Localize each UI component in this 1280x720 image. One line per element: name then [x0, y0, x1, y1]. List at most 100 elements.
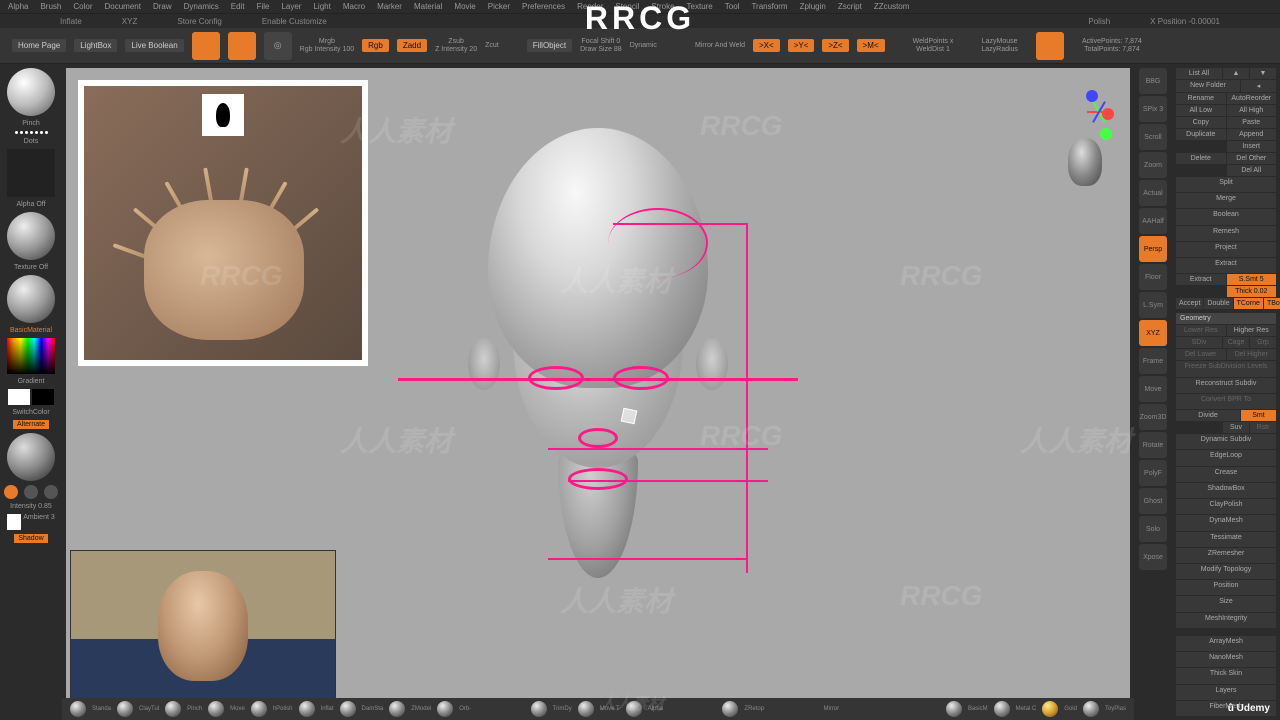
list-down-icon[interactable]: ▼ — [1250, 68, 1276, 79]
rstr-toggle[interactable]: Rstr — [1250, 422, 1276, 433]
nanomesh-button[interactable]: NanoMesh — [1176, 652, 1276, 667]
zoom3d-button[interactable]: Zoom3D — [1139, 404, 1167, 430]
autoreorder-button[interactable]: AutoReorder — [1227, 93, 1277, 104]
shelf-brush-icon[interactable] — [165, 701, 181, 717]
claypolish-button[interactable]: ClayPolish — [1176, 499, 1276, 514]
list-all-button[interactable]: List All — [1176, 68, 1222, 79]
shelf-brush-icon[interactable] — [340, 701, 356, 717]
menu-item[interactable]: Dynamics — [184, 2, 219, 11]
duplicate-button[interactable]: Duplicate — [1176, 129, 1226, 140]
reconstruct-subdiv-button[interactable]: Reconstruct Subdiv — [1176, 378, 1276, 393]
light-bulb-icon[interactable] — [24, 485, 38, 499]
freeze-subdiv-button[interactable]: Freeze SubDivision Levels — [1176, 361, 1276, 376]
solo-button[interactable]: Solo — [1139, 516, 1167, 542]
dynamic-subdiv-button[interactable]: Dynamic Subdiv — [1176, 434, 1276, 449]
list-up-icon[interactable]: ▲ — [1223, 68, 1249, 79]
edgeloop-button[interactable]: EdgeLoop — [1176, 450, 1276, 465]
shelf-brush-icon[interactable] — [70, 701, 86, 717]
bpr-button[interactable]: BBG — [1139, 68, 1167, 94]
lsym-button[interactable]: L.Sym — [1139, 292, 1167, 318]
shelf-brush-icon[interactable] — [299, 701, 315, 717]
menu-item[interactable]: Picker — [488, 2, 510, 11]
actual-button[interactable]: Actual — [1139, 180, 1167, 206]
menu-item[interactable]: Movie — [454, 2, 475, 11]
menu-item[interactable]: Stroke — [651, 2, 674, 11]
del-higher-button[interactable]: Del Higher — [1227, 349, 1277, 360]
folder-collapse-icon[interactable]: ◂ — [1241, 80, 1276, 92]
suv-toggle[interactable]: Suv — [1223, 422, 1249, 433]
focal-shift-slider[interactable]: Focal Shift 0 — [580, 38, 622, 45]
draw-mode-icon[interactable] — [228, 32, 256, 60]
enable-customize-button[interactable]: Enable Customize — [262, 17, 327, 26]
mirror-z-button[interactable]: >Z< — [822, 39, 848, 52]
persp-button[interactable]: Persp — [1139, 236, 1167, 262]
shelf-material-icon[interactable] — [946, 701, 962, 717]
lazy-radius-slider[interactable]: LazyRadius — [981, 46, 1018, 53]
split-button[interactable]: Split — [1176, 177, 1276, 192]
light-bulb-icon[interactable] — [4, 485, 18, 499]
stroke-dots-icon[interactable] — [15, 131, 48, 134]
lower-res-button[interactable]: Lower Res — [1176, 325, 1226, 336]
menu-item[interactable]: Light — [313, 2, 330, 11]
accept-button[interactable]: Accept — [1176, 298, 1203, 309]
modify-topology-button[interactable]: Modify Topology — [1176, 564, 1276, 579]
activate-edit-icon[interactable] — [1036, 32, 1064, 60]
menu-item[interactable]: Color — [73, 2, 92, 11]
thick-skin-button[interactable]: Thick Skin — [1176, 668, 1276, 683]
material-selector[interactable] — [7, 275, 55, 323]
axis-gizmo[interactable] — [1062, 86, 1112, 136]
menu-item[interactable]: Zscript — [838, 2, 862, 11]
menu-item[interactable]: Document — [105, 2, 141, 11]
shelf-brush-icon[interactable] — [722, 701, 738, 717]
xyz-button[interactable]: XYZ — [1139, 320, 1167, 346]
position-button[interactable]: Position — [1176, 580, 1276, 595]
rename-button[interactable]: Rename — [1176, 93, 1226, 104]
home-page-button[interactable]: Home Page — [12, 39, 66, 52]
merge-button[interactable]: Merge — [1176, 193, 1276, 208]
mirror-m-button[interactable]: >M< — [857, 39, 885, 52]
del-other-button[interactable]: Del Other — [1227, 153, 1277, 164]
del-all-button[interactable]: Del All — [1227, 165, 1277, 176]
remesh-button[interactable]: Remesh — [1176, 226, 1276, 241]
color-picker[interactable] — [7, 338, 55, 374]
double-toggle[interactable]: Double — [1204, 298, 1232, 309]
rgb-intensity-slider[interactable]: Rgb Intensity 100 — [300, 46, 354, 53]
orientation-preview[interactable] — [1068, 138, 1102, 186]
shelf-brush-icon[interactable] — [208, 701, 224, 717]
shadow-toggle[interactable]: Shadow — [14, 534, 47, 543]
layers-button[interactable]: Layers — [1176, 685, 1276, 700]
alternate-button[interactable]: Alternate — [13, 420, 49, 429]
shelf-brush-icon[interactable] — [578, 701, 594, 717]
delete-button[interactable]: Delete — [1176, 153, 1226, 164]
menu-item[interactable]: ZZcustom — [874, 2, 910, 11]
tcorner-toggle[interactable]: TCorne — [1234, 298, 1263, 309]
menu-item[interactable]: Brush — [40, 2, 61, 11]
shelf-material-icon[interactable] — [1083, 701, 1099, 717]
zoom-button[interactable]: Zoom — [1139, 152, 1167, 178]
zcut-button[interactable]: Zcut — [485, 42, 499, 49]
shelf-material-icon[interactable] — [994, 701, 1010, 717]
new-folder-button[interactable]: New Folder — [1176, 80, 1240, 92]
extract-button[interactable]: Extract — [1176, 274, 1226, 285]
zremesher-button[interactable]: ZRemesher — [1176, 548, 1276, 563]
menu-item[interactable]: Zplugin — [800, 2, 826, 11]
ghost-button[interactable]: Ghost — [1139, 488, 1167, 514]
move-button[interactable]: Move — [1139, 376, 1167, 402]
menu-item[interactable]: Tool — [725, 2, 740, 11]
shelf-brush-icon[interactable] — [251, 701, 267, 717]
edit-mode-icon[interactable] — [192, 32, 220, 60]
light-bulb-icon[interactable] — [44, 485, 58, 499]
menu-item[interactable]: Draw — [153, 2, 172, 11]
light-intensity-slider[interactable]: Intensity 0.85 — [10, 503, 52, 510]
smt-toggle[interactable]: Smt — [1241, 410, 1276, 421]
live-boolean-button[interactable]: Live Boolean — [125, 39, 183, 52]
all-high-button[interactable]: All High — [1227, 105, 1277, 116]
store-config-button[interactable]: Store Config — [177, 17, 221, 26]
project-button[interactable]: Project — [1176, 242, 1276, 257]
lightbox-button[interactable]: LightBox — [74, 39, 117, 52]
secondary-color-swatch[interactable] — [32, 389, 54, 405]
draw-size-slider[interactable]: Draw Size 88 — [580, 46, 622, 53]
size-button[interactable]: Size — [1176, 596, 1276, 611]
fill-object-button[interactable]: FillObject — [527, 39, 572, 52]
shadowbox-button[interactable]: ShadowBox — [1176, 483, 1276, 498]
